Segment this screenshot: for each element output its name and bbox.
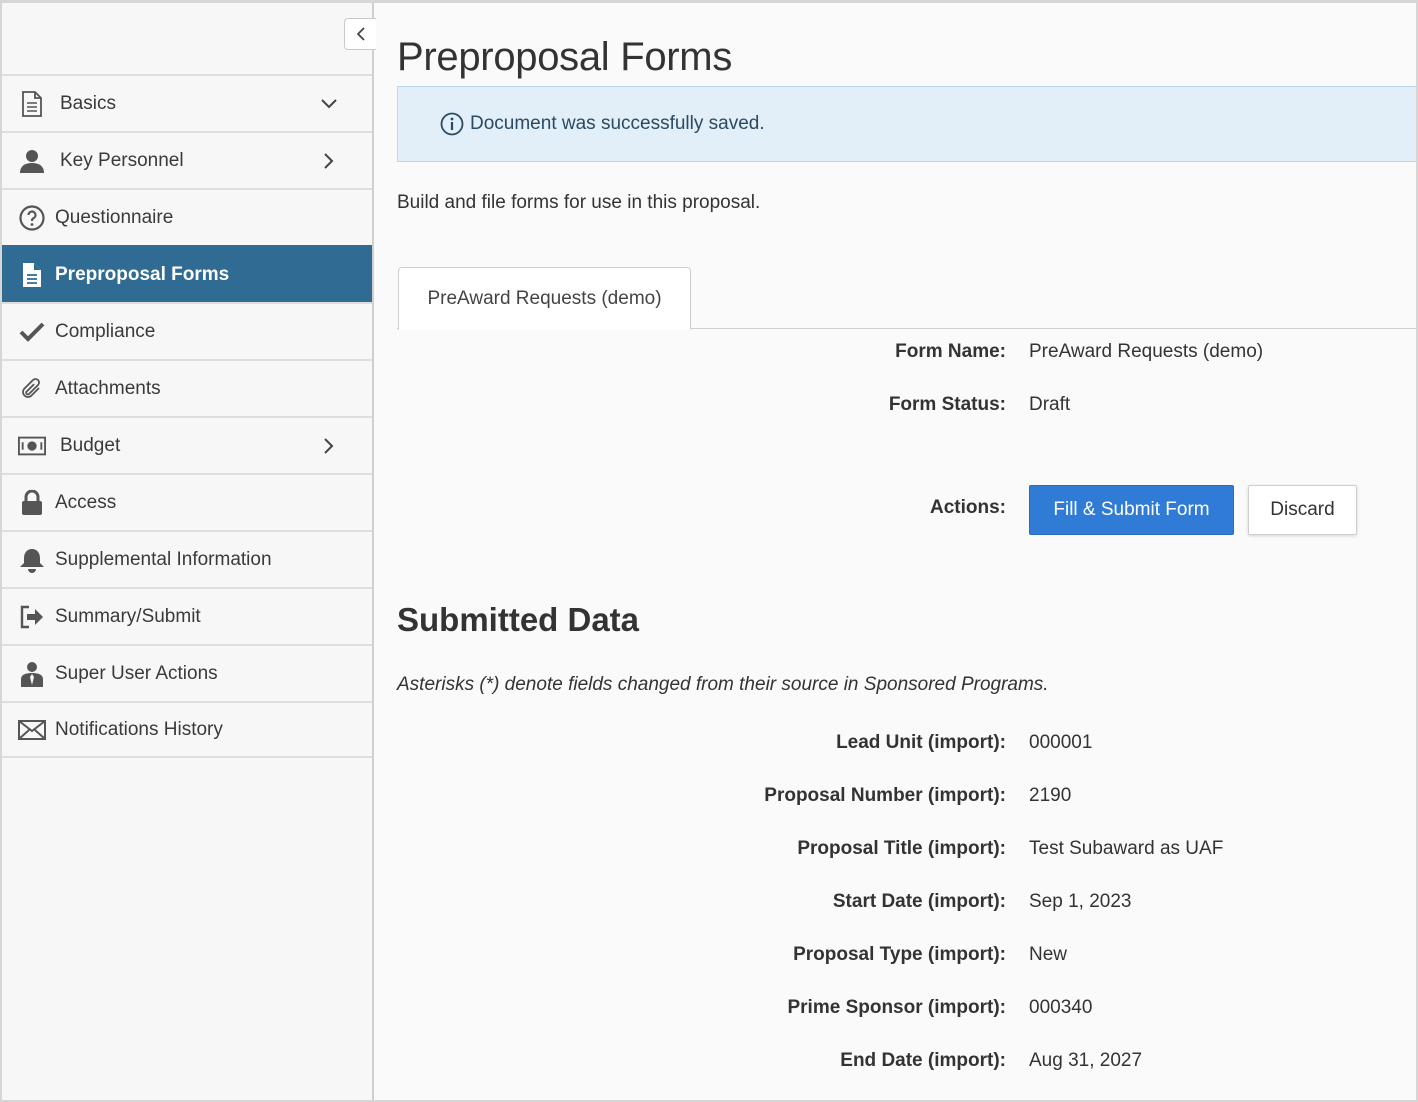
lock-icon [18,489,46,517]
field-value: New [1029,944,1068,965]
success-alert: Document was successfully saved. [397,86,1416,162]
sidebar-item-summary-submit[interactable]: Summary/Submit [2,587,372,644]
sidebar-item-label: Access [55,491,117,513]
alert-text: Document was successfully saved. [470,113,765,134]
submitted-field-row: Lead Unit (import): 000001 [397,732,1416,762]
sidebar-item-label: Key Personnel [60,149,184,171]
submitted-data-title: Submitted Data [397,601,640,638]
sidebar-item-label: Compliance [55,320,156,342]
sidebar-item-label: Attachments [55,377,161,399]
field-label: Proposal Title (import): [797,838,1006,859]
sidebar-item-label: Supplemental Information [55,548,272,570]
submitted-field-row: Proposal Number (import): 2190 [397,785,1416,815]
field-value: Test Subaward as UAF [1029,838,1224,859]
field-value: Aug 31, 2027 [1029,1050,1143,1071]
sidebar-item-label: Basics [60,92,116,114]
sidebar-item-attachments[interactable]: Attachments [2,359,372,416]
checkmark-icon [18,318,46,346]
sidebar-item-notifications-history[interactable]: Notifications History [2,701,372,758]
sidebar-item-supplemental-information[interactable]: Supplemental Information [2,530,372,587]
sidebar-item-label: Summary/Submit [55,605,201,627]
sidebar-item-budget[interactable]: Budget [2,416,372,473]
sidebar-item-label: Questionnaire [55,206,174,228]
chevron-right-icon [320,437,338,455]
fill-submit-form-button[interactable]: Fill & Submit Form [1029,485,1234,535]
field-label: Lead Unit (import): [836,732,1006,753]
chevron-right-icon [320,152,338,170]
sidebar-collapse-button[interactable] [344,18,376,50]
paperclip-icon [18,375,46,403]
sidebar-item-label: Super User Actions [55,662,218,684]
sidebar-item-questionnaire[interactable]: Questionnaire [2,188,372,245]
field-label: Prime Sponsor (import): [787,997,1006,1018]
form-status-value: Draft [1029,394,1071,415]
sidebar-nav: Basics Key Personnel Questionnaire Prepr… [2,74,372,758]
intro-text: Build and file forms for use in this pro… [397,192,761,213]
form-name-label: Form Name: [895,341,1006,362]
sign-out-icon [18,603,46,631]
sidebar-item-basics[interactable]: Basics [2,74,372,131]
person-icon [18,147,46,175]
money-icon [18,432,46,460]
chevron-left-icon [356,27,365,41]
submitted-field-row: Start Date (import): Sep 1, 2023 [397,891,1416,921]
main-content: Preproposal Forms Document was successfu… [397,3,1416,1100]
sidebar-item-super-user-actions[interactable]: Super User Actions [2,644,372,701]
info-circle-icon [440,112,464,136]
question-circle-icon [18,204,46,232]
sidebar: Basics Key Personnel Questionnaire Prepr… [2,3,374,1100]
sidebar-item-key-personnel[interactable]: Key Personnel [2,131,372,188]
field-label: Proposal Number (import): [764,785,1006,806]
asterisk-note: Asterisks (*) denote fields changed from… [397,674,1049,695]
sidebar-item-label: Budget [60,434,121,456]
form-status-row: Form Status: Draft [397,394,1416,424]
chevron-down-icon [320,95,338,113]
form-name-value: PreAward Requests (demo) [1029,341,1264,362]
submitted-field-row: Prime Sponsor (import): 000340 [397,997,1416,1027]
form-status-label: Form Status: [888,394,1006,415]
submitted-field-row: End Date (import): Aug 31, 2027 [397,1050,1416,1080]
file-text-icon [18,261,46,289]
form-tabs: PreAward Requests (demo) [397,267,1416,330]
envelope-icon [18,716,46,744]
actions-label: Actions: [930,497,1006,518]
tab-preaward-requests[interactable]: PreAward Requests (demo) [398,267,691,330]
sidebar-item-compliance[interactable]: Compliance [2,302,372,359]
sidebar-item-label: Notifications History [55,718,223,740]
field-value: 000001 [1029,732,1093,753]
discard-button[interactable]: Discard [1248,485,1357,535]
document-icon [18,90,46,118]
form-name-row: Form Name: PreAward Requests (demo) [397,341,1416,371]
field-label: End Date (import): [840,1050,1006,1071]
field-value: 000340 [1029,997,1093,1018]
field-label: Start Date (import): [832,891,1006,912]
sidebar-item-preproposal-forms[interactable]: Preproposal Forms [2,245,372,302]
user-tie-icon [18,660,46,688]
field-value: Sep 1, 2023 [1029,891,1132,912]
page-title: Preproposal Forms [397,35,733,79]
sidebar-item-label: Preproposal Forms [55,263,230,285]
submitted-field-row: Proposal Type (import): New [397,944,1416,974]
field-value: 2190 [1029,785,1072,806]
submitted-field-row: Proposal Title (import): Test Subaward a… [397,838,1416,868]
field-label: Proposal Type (import): [793,944,1006,965]
app-frame: Basics Key Personnel Questionnaire Prepr… [0,0,1418,1102]
sidebar-item-access[interactable]: Access [2,473,372,530]
bell-icon [18,546,46,574]
